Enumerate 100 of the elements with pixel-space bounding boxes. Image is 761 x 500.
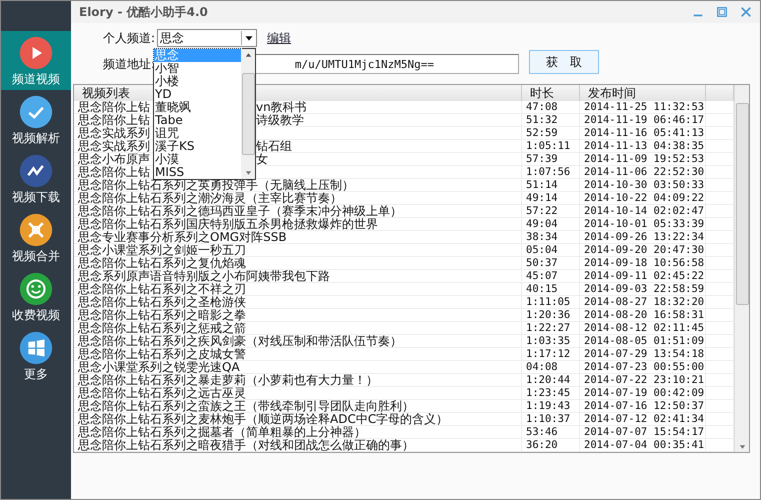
edit-link[interactable]: 编辑 — [267, 30, 291, 46]
table-cell: 2014-08-27 18:32:20 — [580, 296, 706, 308]
table-cell: 思念陪你上钻 — [78, 166, 150, 178]
table-cell: 2014-10-22 04:09:22 — [580, 192, 706, 204]
table-cell: 05:04 — [522, 244, 580, 256]
table-cell: 思念陪你上钻 — [78, 101, 150, 113]
table-cell: 2014-10-14 02:02:47 — [580, 205, 706, 217]
table-cell: 49:14 — [522, 192, 580, 204]
table-cell: 思念小课堂系列之锐雯光速QA — [78, 361, 240, 373]
table-cell: 1:05:11 — [522, 140, 580, 152]
table-cell: 思念陪你上钻石系列之皮城女警 — [78, 348, 246, 360]
table-cell: 1:10:37 — [522, 413, 580, 425]
table-cell: 思念陪你上钻 — [78, 114, 150, 126]
table-cell: 思念专业赛事分析系列之OMG对阵SSB — [78, 231, 287, 243]
sidebar-item[interactable]: 收费视频 — [1, 267, 71, 326]
column-header[interactable]: 时长 — [522, 85, 580, 101]
table-cell: 思念陪你上钻石系列之暗夜猎手（对线和团战怎么做正确的事） — [78, 439, 414, 451]
table-cell: 女 — [256, 153, 268, 165]
table-cell: 诗级教学 — [256, 114, 304, 126]
table-cell: 57:39 — [522, 153, 580, 165]
table-cell: 1:23:45 — [522, 387, 580, 399]
table-cell: 49:04 — [522, 218, 580, 230]
table-cell: 2014-11-09 19:52:53 — [580, 153, 706, 165]
close-icon[interactable] — [740, 6, 752, 18]
sidebar-item[interactable]: 视频解析 — [1, 90, 71, 149]
table-cell: 思念陪你上钻石系列之远古巫灵 — [78, 387, 246, 399]
table-cell: 2014-10-30 03:50:33 — [580, 179, 706, 191]
table-cell: 思念陪你上钻石系列之圣枪游侠 — [78, 296, 246, 308]
table-cell: 51:14 — [522, 179, 580, 191]
table-cell: vn教科书 — [256, 101, 307, 113]
fetch-button[interactable]: 获 取 — [529, 50, 599, 74]
window-title: Elory - 优酷小助手4.0 — [79, 4, 208, 20]
table-cell: 2014-11-19 06:46:17 — [580, 114, 706, 126]
dropdown-option[interactable]: 溪子KS — [154, 140, 241, 153]
dropdown-option[interactable]: 小漠 — [154, 153, 241, 166]
table-cell: 思念系列原声语音特别版之小布阿姨带我包下路 — [78, 270, 330, 282]
table-cell: 2014-07-19 00:42:09 — [580, 387, 706, 399]
table-cell: 38:34 — [522, 231, 580, 243]
table-cell: 思念陪你上钻石系列之惩戒之箭 — [78, 322, 246, 334]
table-cell: 2014-07-12 02:41:34 — [580, 413, 706, 425]
table-cell: 2014-09-11 02:45:22 — [580, 270, 706, 282]
table-cell: 2014-08-12 02:11:45 — [580, 322, 706, 334]
table-cell: 2014-07-16 12:50:37 — [580, 400, 706, 412]
dropdown-option[interactable]: 董晓飒 — [154, 101, 241, 114]
table-cell: 2014-07-07 15:54:17 — [580, 426, 706, 438]
sidebar-item[interactable]: 更多 — [1, 326, 71, 385]
table-cell: 1:20:36 — [522, 309, 580, 321]
sidebar-item[interactable]: 视频下载 — [1, 149, 71, 208]
channel-dropdown[interactable]: 思念 — [157, 29, 257, 47]
scroll-down-icon[interactable] — [738, 444, 746, 450]
table-cell: 思念实战系列 — [78, 140, 150, 152]
dropdown-option[interactable]: 小智 — [154, 62, 241, 75]
dropdown-option[interactable]: 小楼 — [154, 75, 241, 88]
table-cell: 思念陪你上钻石系列之暗影之拳 — [78, 309, 246, 321]
table-cell: 2014-08-05 01:51:09 — [580, 335, 706, 347]
table-cell: 思念陪你上钻石系列之复仇焰魂 — [78, 257, 246, 269]
table-cell: 思念陪你上钻石系列之不祥之刃 — [78, 283, 246, 295]
table-cell: 思念陪你上钻石系列之掘墓者（简单粗暴的上分神器） — [78, 426, 366, 438]
sidebar-item[interactable]: 视频合并 — [1, 208, 71, 267]
table-cell: 2014-07-22 23:10:21 — [580, 374, 706, 386]
table-cell: 思念实战系列 — [78, 127, 150, 139]
table-cell: 2014-10-01 05:33:39 — [580, 218, 706, 230]
scroll-up-icon[interactable] — [244, 52, 252, 58]
table-cell: 53:46 — [522, 426, 580, 438]
table-cell: 2014-09-03 22:58:59 — [580, 283, 706, 295]
table-cell: 50:37 — [522, 257, 580, 269]
maximize-icon[interactable] — [716, 6, 728, 18]
dropdown-option[interactable]: YD — [154, 88, 241, 101]
table-cell: 1:17:12 — [522, 348, 580, 360]
dropdown-option[interactable]: Tabe — [154, 114, 241, 127]
sidebar-item[interactable]: 频道视频 — [1, 31, 71, 90]
table-cell: 2014-08-20 16:58:31 — [580, 309, 706, 321]
table-cell: 36:20 — [522, 439, 580, 451]
dropdown-option[interactable]: MISS — [154, 166, 241, 179]
column-header[interactable]: 发布时间 — [580, 85, 706, 101]
table-cell: 2014-07-04 00:35:41 — [580, 439, 706, 451]
table-cell: 2014-11-06 22:52:30 — [580, 166, 706, 178]
table-cell: 2014-07-29 13:54:18 — [580, 348, 706, 360]
dropdown-option[interactable]: 诅咒 — [154, 127, 241, 140]
table-cell: 47:08 — [522, 101, 580, 113]
table-cell: 2014-11-13 04:38:35 — [580, 140, 706, 152]
table-cell: 2014-09-20 20:47:30 — [580, 244, 706, 256]
table-cell: 2014-11-25 11:32:53 — [580, 101, 706, 113]
table-cell: 45:07 — [522, 270, 580, 282]
table-cell: 钻石组 — [256, 140, 292, 152]
table-cell: 2014-09-18 10:56:58 — [580, 257, 706, 269]
table-cell: 1:07:56 — [522, 166, 580, 178]
table-cell: 思念陪你上钻石系列之潮汐海灵（主宰比赛节奏） — [78, 192, 342, 204]
scroll-down-icon[interactable] — [244, 170, 252, 176]
scrollbar[interactable] — [734, 85, 749, 452]
table-cell: 思念陪你上钻石系列之疾风剑豪（对线压制和带活队伍节奏） — [78, 335, 402, 347]
table-cell: 思念小布原声 — [78, 153, 150, 165]
table-cell: 57:22 — [522, 205, 580, 217]
table-cell: 思念陪你上钻石系列之暴走萝莉（小萝莉也有大力量！） — [78, 374, 378, 386]
table-cell: 思念陪你上钻石系列之德玛西亚皇子（赛季末冲分神级上单） — [78, 205, 402, 217]
table-cell: 1:19:43 — [522, 400, 580, 412]
table-cell: 思念陪你上钻石系列之蛮族之王（带线牵制引导团队走向胜利） — [78, 400, 414, 412]
table-cell: 2014-11-16 05:41:13 — [580, 127, 706, 139]
scrollbar[interactable] — [241, 49, 255, 179]
table-cell: 1:22:27 — [522, 322, 580, 334]
